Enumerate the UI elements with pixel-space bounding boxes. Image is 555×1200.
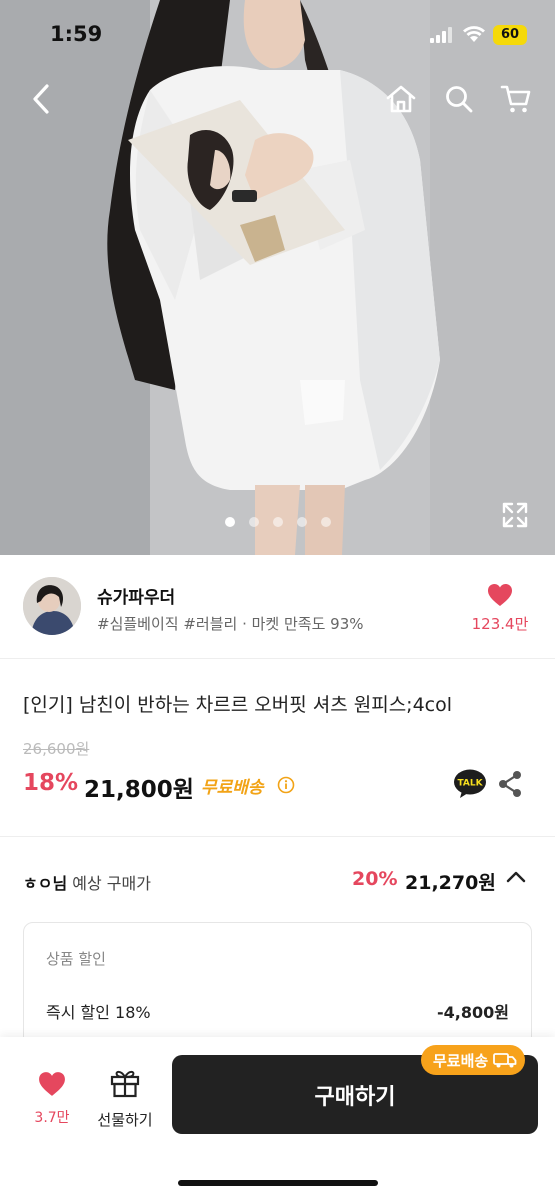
heart-icon [39, 1072, 65, 1096]
gift-label: 선물하기 [97, 1111, 153, 1129]
cart-button[interactable] [497, 80, 535, 118]
battery-icon: 60 [493, 25, 527, 45]
free-shipping-badge: 무료배송 [421, 1045, 526, 1075]
expected-price-label: ㅎㅇ님 예상 구매가 [23, 870, 151, 894]
fullscreen-button[interactable] [500, 500, 530, 530]
seller-section[interactable]: 슈가파우더 #심플베이직 #러블리 · 마켓 만족도 93% 123.4만 [0, 555, 555, 659]
carousel-dot[interactable] [225, 517, 235, 527]
truck-icon [493, 1053, 517, 1068]
original-price: 26,600원 [23, 740, 90, 758]
free-shipping-label: 무료배송 [201, 778, 264, 798]
chevron-up-icon[interactable] [505, 869, 527, 885]
info-icon[interactable] [277, 776, 295, 794]
cart-icon [500, 85, 531, 113]
home-icon [386, 85, 416, 113]
discount-item-value: -4,800원 [437, 1003, 509, 1022]
free-shipping-badge-label: 무료배송 [433, 1051, 489, 1070]
discount-section-title: 상품 할인 [46, 950, 106, 968]
status-time: 1:59 [50, 22, 103, 46]
carousel-dot[interactable] [297, 517, 307, 527]
bottom-action-bar: 3.7만 선물하기 구매하기 무료배송 [0, 1037, 555, 1200]
expected-discount-rate: 20% [352, 868, 398, 890]
carousel-dot[interactable] [321, 517, 331, 527]
home-button[interactable] [382, 80, 420, 118]
seller-name[interactable]: 슈가파우더 [97, 583, 175, 608]
carousel-indicator [225, 517, 331, 527]
heart-icon [488, 584, 512, 606]
seller-tags: #심플베이직 #러블리 · 마켓 만족도 93% [97, 615, 364, 633]
home-indicator [178, 1180, 378, 1186]
like-button[interactable]: 3.7만 [24, 1071, 80, 1127]
cellular-signal-icon [430, 27, 452, 43]
search-icon [446, 86, 473, 113]
sale-price: 21,800원 [84, 777, 194, 803]
product-image-carousel[interactable]: 1:59 60 [0, 0, 555, 555]
carousel-dot[interactable] [273, 517, 283, 527]
share-icon[interactable] [497, 770, 523, 798]
discount-item-label: 즉시 할인 18% [46, 1003, 151, 1022]
kakao-talk-icon[interactable]: TALK [453, 768, 487, 800]
discount-rate: 18% [23, 770, 79, 796]
status-bar: 1:59 60 [0, 0, 555, 70]
wifi-icon [463, 26, 485, 42]
seller-avatar-image [23, 577, 81, 635]
seller-like-button[interactable]: 123.4만 [467, 583, 533, 634]
product-info: [인기] 남친이 반하는 차르르 오버핏 셔츠 원피스;4col 26,600원… [0, 660, 555, 837]
gift-button[interactable]: 선물하기 [93, 1067, 157, 1130]
svg-text:TALK: TALK [457, 779, 483, 789]
product-title: [인기] 남친이 반하는 차르르 오버핏 셔츠 원피스;4col [23, 694, 453, 716]
search-button[interactable] [440, 80, 478, 118]
user-name: ㅎㅇ님 [23, 874, 68, 893]
seller-avatar[interactable] [23, 577, 81, 635]
like-count: 3.7만 [34, 1110, 70, 1126]
chevron-left-icon [33, 84, 49, 114]
seller-like-count: 123.4만 [471, 615, 529, 633]
gift-icon [110, 1070, 140, 1098]
expected-price-row[interactable]: ㅎㅇ님 예상 구매가 20% 21,270원 [0, 837, 555, 927]
expected-price-text: 예상 구매가 [72, 874, 151, 893]
carousel-dot[interactable] [249, 517, 259, 527]
back-button[interactable] [22, 80, 60, 118]
expand-icon [502, 502, 528, 528]
expected-price: 21,270원 [405, 872, 496, 894]
